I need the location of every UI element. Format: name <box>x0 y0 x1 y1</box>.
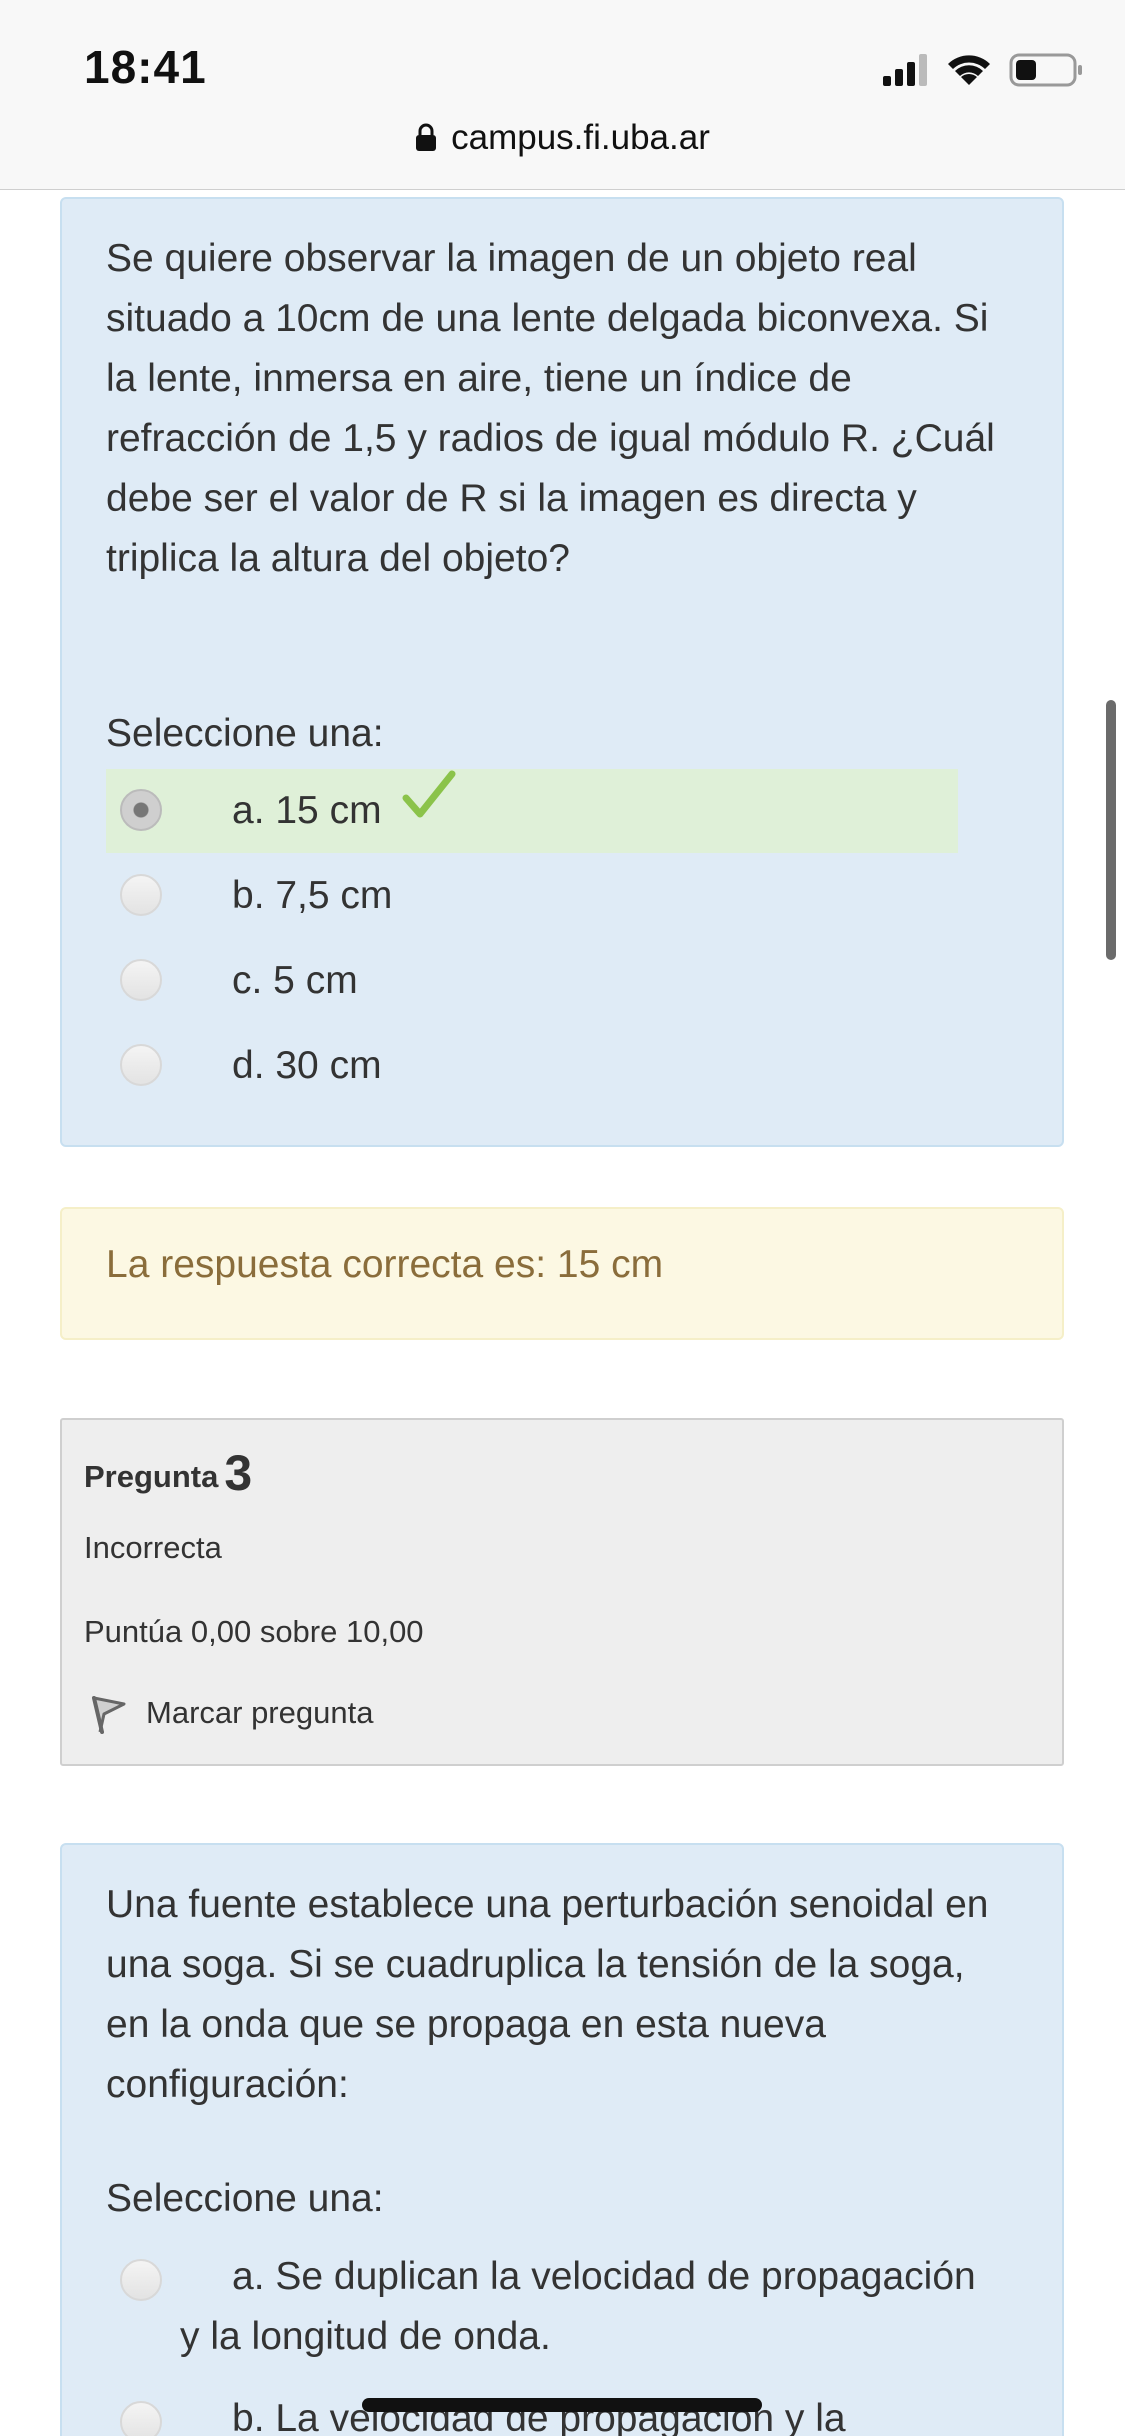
radio-button[interactable] <box>120 789 162 831</box>
correct-answer-feedback: La respuesta correcta es: 15 cm <box>60 1207 1064 1340</box>
radio-button[interactable] <box>120 874 162 916</box>
question-prompt: Una fuente establece una perturbación se… <box>106 1883 989 2106</box>
question-number: Pregunta 3 <box>84 1445 253 1501</box>
answer-label: c. 5 cm <box>232 959 358 1002</box>
scroll-indicator[interactable] <box>1106 700 1116 960</box>
question-2-text-card: Se quiere observar la imagen de un objet… <box>60 197 1064 1147</box>
answer-label: b. 7,5 cm <box>232 874 393 917</box>
answer-option-c[interactable]: c. 5 cm <box>106 939 958 1023</box>
select-one-label: Seleccione una: <box>106 712 384 755</box>
answer-option-a[interactable]: a. 15 cm <box>106 769 958 853</box>
lock-icon <box>415 120 437 160</box>
question-3-info-box: Pregunta 3 Incorrecta Puntúa 0,00 sobre 1… <box>60 1418 1064 1766</box>
answer-option-b[interactable]: b. 7,5 cm <box>106 854 958 938</box>
radio-button[interactable] <box>120 1044 162 1086</box>
question-state: Incorrecta <box>84 1530 222 1565</box>
status-time: 18:41 <box>84 41 207 93</box>
question-number-value: 3 <box>224 1445 253 1501</box>
answer-label: d. 30 cm <box>232 1044 382 1087</box>
answer-label: a. 15 cm <box>232 789 382 832</box>
question-grade: Puntúa 0,00 sobre 10,00 <box>84 1614 424 1649</box>
wifi-icon <box>948 55 990 85</box>
cellular-signal-icon <box>883 54 927 86</box>
feedback-text: La respuesta correcta es: 15 cm <box>106 1243 664 1286</box>
answer-label: a. Se duplican la velocidad de propagaci… <box>180 2255 976 2358</box>
flag-question-label: Marcar pregunta <box>146 1695 374 1730</box>
url-text: campus.fi.uba.ar <box>451 118 710 157</box>
answer-label: b. La velocidad de propagación y la <box>232 2397 846 2436</box>
radio-button[interactable] <box>120 2259 162 2301</box>
answer-option-b[interactable]: b. La velocidad de propagación y la <box>106 2389 1006 2436</box>
radio-button[interactable] <box>120 2401 162 2436</box>
radio-button[interactable] <box>120 959 162 1001</box>
select-one-label: Seleccione una: <box>106 2177 384 2220</box>
answer-option-d[interactable]: d. 30 cm <box>106 1024 958 1108</box>
browser-top-bar: 18:41 campus.fi.uba.ar <box>0 0 1125 190</box>
flag-question-link[interactable]: Marcar pregunta <box>88 1692 373 1734</box>
answer-option-a[interactable]: a. Se duplican la velocidad de propagaci… <box>106 2247 1006 2367</box>
question-3-text-card: Una fuente establece una perturbación se… <box>60 1843 1064 2436</box>
status-icons <box>883 50 1083 90</box>
url-bar[interactable]: campus.fi.uba.ar <box>0 118 1125 160</box>
correct-check-icon <box>402 766 456 850</box>
home-indicator[interactable] <box>362 2398 762 2412</box>
battery-icon <box>1009 53 1082 87</box>
question-prompt: Se quiere observar la imagen de un objet… <box>106 237 995 580</box>
flag-icon <box>92 1696 126 1734</box>
